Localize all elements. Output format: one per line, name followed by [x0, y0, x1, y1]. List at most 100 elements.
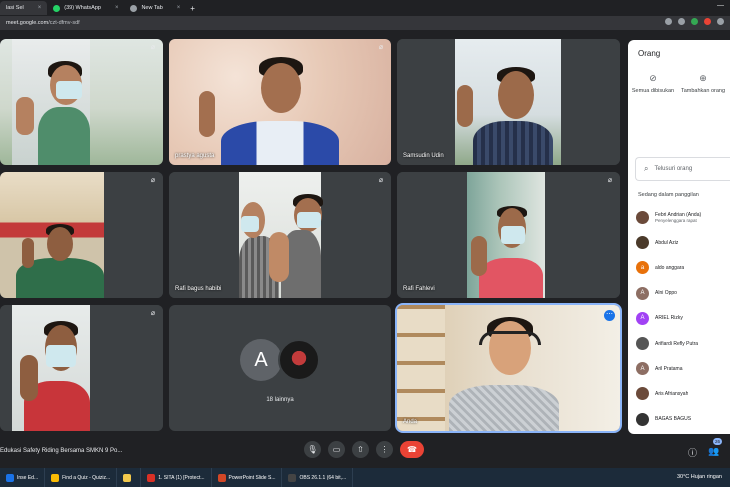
participant-count-badge: 26: [713, 438, 722, 445]
app-icon: [217, 473, 226, 482]
avatar: [636, 236, 649, 250]
tab-label: New Tab: [141, 5, 163, 11]
leave-call-button[interactable]: ☎: [400, 441, 424, 458]
search-icon: ⌕: [644, 164, 649, 173]
taskbar-item[interactable]: OBS 26.1.1 (64 bit,...: [282, 468, 354, 487]
video-tile[interactable]: Rafi Fahlevi ⌀: [397, 172, 620, 298]
participant-name: Rafi bagus habibi: [175, 286, 222, 292]
more-options-button[interactable]: ⋮: [376, 441, 393, 458]
close-icon[interactable]: ×: [115, 5, 119, 11]
taskbar-item[interactable]: Inse Ed...: [0, 468, 46, 487]
participant-list-item[interactable]: A Alni Oppo: [636, 281, 730, 306]
more-options-icon[interactable]: ⋯: [604, 310, 615, 321]
mic-off-icon: ⌀: [378, 44, 384, 51]
taskbar-item-label: Find a Quiz - Quiziz...: [62, 474, 111, 481]
call-controls: 🎙 ▭ ⇧ ⋮ ☎: [304, 441, 424, 458]
video-tile[interactable]: ⌀: [0, 172, 163, 298]
avatar: A: [636, 286, 649, 300]
mic-off-icon: ⌀: [150, 44, 156, 51]
video-tile[interactable]: ⌀: [0, 305, 163, 431]
participant-list-name: Abdul Aziz: [655, 239, 679, 246]
browser-tab-meet[interactable]: lasi Sel ×: [0, 1, 48, 15]
more-participants-label: 18 lainnya: [266, 397, 294, 403]
browser-tab-bar: lasi Sel × (39) WhatsApp × New Tab × + —: [0, 0, 730, 16]
extension-icon[interactable]: [678, 18, 685, 25]
participant-list-item[interactable]: A ARIEL Rizky: [636, 306, 730, 331]
avatar: A: [636, 311, 649, 325]
participant-list-name: BAGAS BAGUS: [655, 416, 692, 423]
mute-all-button[interactable]: ⊘ Semua dibisukan: [628, 74, 678, 95]
self-video-tile[interactable]: ⋯ Anda: [395, 303, 622, 433]
section-title: Sedang dalam panggilan: [638, 192, 699, 198]
camera-button[interactable]: ▭: [328, 441, 345, 458]
people-panel: Orang ⊘ Semua dibisukan ⊕ Tambahkan oran…: [628, 40, 730, 476]
app-icon: [6, 473, 14, 482]
taskbar-item[interactable]: Find a Quiz - Quiziz...: [45, 468, 118, 487]
participant-list-name: Arifiardi Refly Putra: [655, 340, 699, 347]
participant-name: Anda: [403, 419, 418, 425]
app-icon: [147, 473, 156, 482]
tab-label: lasi Sel: [6, 5, 24, 11]
taskbar-item-label: 1. SITA (1) [Protect...: [158, 474, 205, 481]
search-people-input[interactable]: ⌕ Telusuri orang: [635, 157, 730, 181]
mic-off-icon: ⌀: [150, 177, 156, 184]
participant-list-item[interactable]: Arifiardi Refly Putra: [636, 331, 730, 356]
extension-icon[interactable]: [665, 18, 672, 25]
participant-list-name: ARIEL Rizky: [655, 315, 683, 322]
app-icon: [123, 473, 132, 482]
window-minimize-icon[interactable]: —: [717, 2, 724, 9]
more-participants-tile[interactable]: A 18 lainnya: [169, 305, 391, 431]
participant-name: Rafi Fahlevi: [403, 286, 435, 292]
avatar: [636, 412, 649, 426]
avatar: A: [636, 362, 649, 376]
browser-tab-whatsapp[interactable]: (39) WhatsApp ×: [47, 1, 124, 15]
people-icon[interactable]: 👥: [708, 446, 719, 457]
extension-icon[interactable]: [691, 18, 698, 25]
new-tab-icon[interactable]: +: [190, 4, 195, 13]
participant-list-name: Alni Oppo: [655, 290, 677, 297]
info-icon[interactable]: ⓘ: [688, 446, 697, 459]
participant-role: Penyelenggara rapat: [655, 217, 697, 223]
url-text: meet.google.com/czt-dfmv-sdf: [6, 20, 80, 26]
participant-list-name: Aril Pratama: [655, 365, 683, 372]
app-icon: [51, 473, 60, 482]
participant-list-item[interactable]: Aris Afriansyah: [636, 381, 730, 406]
participant-list-item[interactable]: a aldo anggara: [636, 255, 730, 280]
participant-list-item[interactable]: Febri Andrian (Anda) Penyelenggara rapat: [636, 205, 730, 230]
mic-off-icon: ⌀: [150, 310, 156, 317]
taskbar-item[interactable]: 1. SITA (1) [Protect...: [141, 468, 212, 487]
mic-off-icon: ⌀: [607, 177, 613, 184]
panel-title: Orang: [638, 49, 661, 58]
mic-off-icon: ⊘: [649, 73, 657, 83]
search-placeholder: Telusuri orang: [654, 166, 693, 172]
whatsapp-icon: [53, 4, 61, 12]
profile-avatar-icon[interactable]: [717, 18, 724, 25]
video-tile[interactable]: Rafi bagus habibi ⌀: [169, 172, 391, 298]
participant-list-name: Aris Afriansyah: [655, 390, 689, 397]
video-tile[interactable]: Samsudin Udin: [397, 39, 620, 165]
present-button[interactable]: ⇧: [352, 441, 369, 458]
avatar: A: [240, 339, 282, 381]
close-icon[interactable]: ×: [177, 5, 181, 11]
participant-list-name: Febri Andrian (Anda) Penyelenggara rapat: [655, 211, 702, 223]
app-icon: [288, 473, 297, 482]
video-tile[interactable]: prastya agusta ⌀: [169, 39, 391, 165]
video-tile[interactable]: ⌀: [0, 39, 163, 165]
microphone-button[interactable]: 🎙: [304, 441, 321, 458]
meeting-title: Edukasi Safety Riding Bersama SMKN 9 Po.…: [0, 448, 123, 454]
browser-tab-newtab[interactable]: New Tab ×: [124, 1, 186, 15]
participant-list-item[interactable]: BAGAS BAGUS: [636, 407, 730, 432]
extension-icon[interactable]: [704, 18, 711, 25]
action-label: Tambahkan orang: [680, 88, 726, 94]
address-bar[interactable]: meet.google.com/czt-dfmv-sdf: [0, 16, 730, 30]
avatar: a: [636, 261, 649, 275]
action-label: Semua dibisukan: [631, 88, 675, 94]
participant-list-name: aldo anggara: [655, 264, 685, 271]
add-people-button[interactable]: ⊕ Tambahkan orang: [678, 74, 728, 95]
participant-list-item[interactable]: Abdul Aziz: [636, 230, 730, 255]
taskbar-item[interactable]: [117, 468, 142, 487]
weather-status: 30°C Hujan ringan: [676, 474, 722, 480]
close-icon[interactable]: ×: [38, 5, 42, 11]
participant-list-item[interactable]: A Aril Pratama: [636, 356, 730, 381]
taskbar-item[interactable]: PowerPoint Slide S...: [212, 468, 283, 487]
